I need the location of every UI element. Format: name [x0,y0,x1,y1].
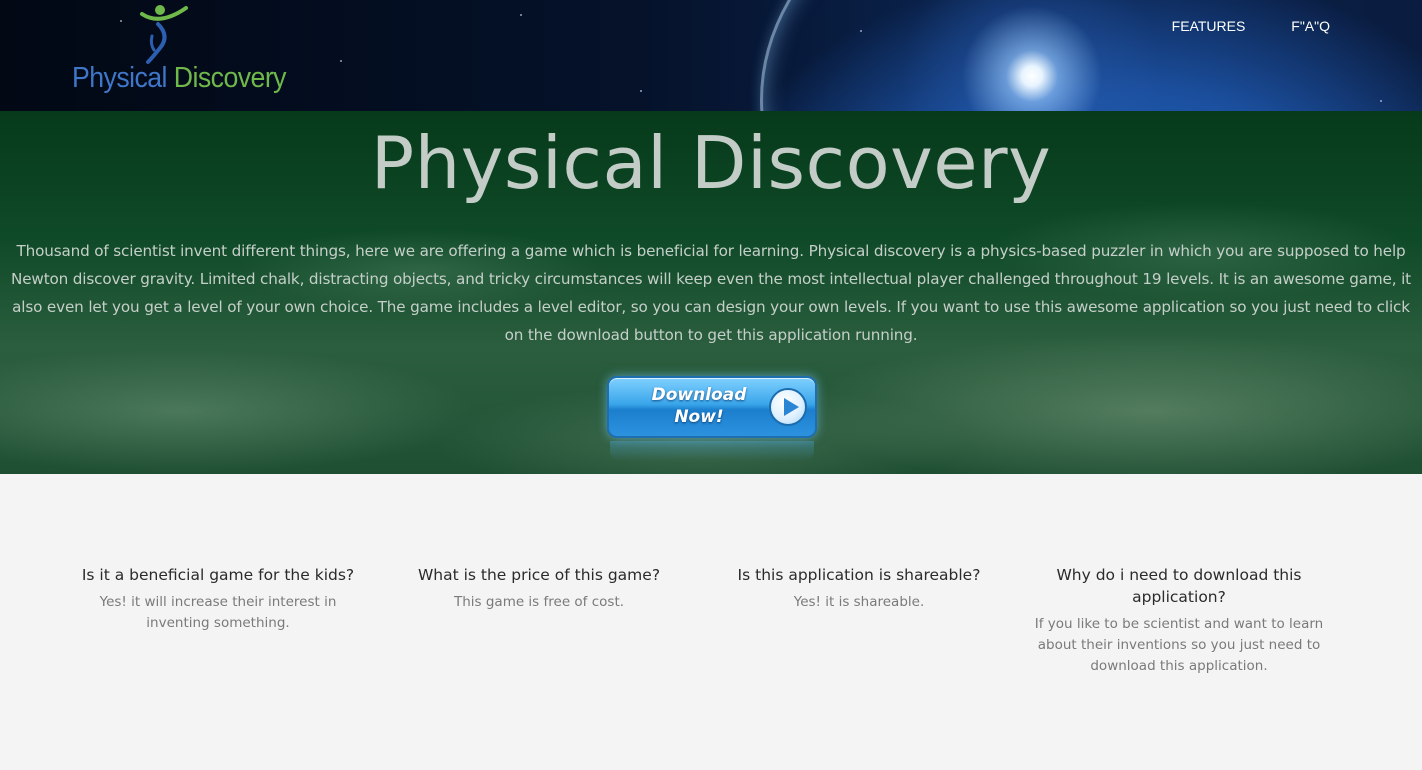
download-button-line1: Download [651,385,747,405]
star [520,14,522,16]
faq-answer: If you like to be scientist and want to … [1034,616,1324,674]
faq-item: Is this application is shareable? Yes! i… [709,564,1009,613]
faq-item: Is it a beneficial game for the kids? Ye… [68,564,368,634]
faq-item: Why do i need to download this applicati… [1034,564,1324,677]
faq-answer: Yes! it is shareable. [793,594,925,610]
faq-item: What is the price of this game? This gam… [389,564,689,613]
star [860,30,862,32]
faq-question: Is this application is shareable? [737,566,981,584]
hero-section: Physical Discovery Thousand of scientist… [0,111,1422,474]
nav-link-faq[interactable]: F"A"Q [1291,18,1330,34]
button-reflection [610,441,814,461]
nav-link-features[interactable]: FEATURES [1172,18,1246,34]
faq-question: What is the price of this game? [417,566,661,584]
hero-description: Thousand of scientist invent different t… [11,242,1411,344]
hero-title: Physical Discovery [370,121,1052,205]
logo-word-discovery: Discovery [173,62,287,94]
star [640,90,642,92]
person-figure-icon [140,5,188,64]
star [1380,100,1382,102]
faq-section: Is it a beneficial game for the kids? Ye… [0,474,1422,770]
faq-answer: Yes! it will increase their interest in … [99,594,337,631]
site-header: Physical Discovery FEATURES F"A"Q [0,0,1422,111]
download-button-line2: Now! [674,407,724,427]
download-now-button[interactable]: Download Now! [607,376,817,438]
logo-word-physical: Physical [72,62,167,94]
download-button-label: Download Now! [629,384,769,428]
star [340,60,342,62]
site-logo[interactable]: Physical Discovery [70,0,287,106]
play-icon [769,388,807,426]
faq-question: Is it a beneficial game for the kids? [81,566,355,584]
faq-answer: This game is free of cost. [453,594,625,610]
faq-question: Why do i need to download this applicati… [1056,566,1302,606]
logo-text: Physical Discovery [72,62,287,95]
planet-graphic [760,0,1422,111]
main-nav: FEATURES F"A"Q [1172,18,1330,34]
